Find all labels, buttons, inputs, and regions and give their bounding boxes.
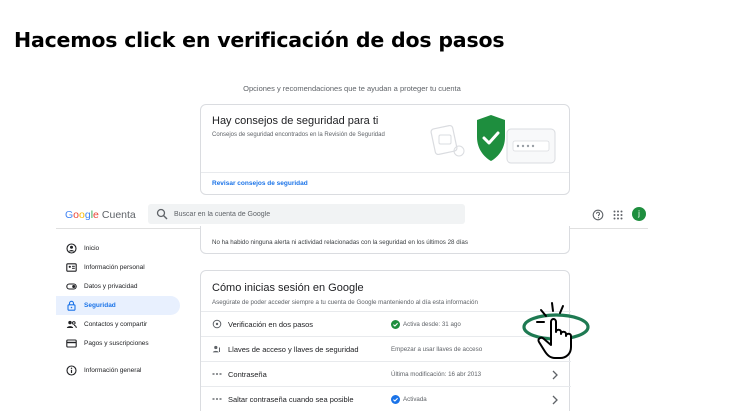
row-passkeys[interactable]: Llaves de acceso y llaves de seguridad E… — [201, 336, 571, 361]
passkey-icon — [212, 345, 220, 353]
info-icon — [66, 365, 77, 376]
apps-grid-icon[interactable] — [612, 209, 624, 221]
row-two-step-verification[interactable]: Verificación en dos pasos Activa desde: … — [201, 311, 571, 336]
no-alerts-text: No ha habido ninguna alerta ni actividad… — [212, 239, 468, 246]
two-step-icon — [212, 319, 222, 329]
row-password[interactable]: Contraseña Última modificación: 16 abr 2… — [201, 361, 571, 386]
toggle-icon — [66, 283, 77, 290]
row-status: Activa desde: 31 ago — [403, 321, 461, 328]
row-label: Contraseña — [228, 370, 267, 379]
skip-password-icon — [212, 398, 222, 400]
check-circle-icon — [391, 320, 400, 329]
sidebar-item-informacion-general[interactable]: Información general — [56, 361, 180, 380]
home-icon — [66, 243, 77, 254]
google-account-screenshot: Opciones y recomendaciones que te ayudan… — [56, 76, 648, 411]
account-search-box[interactable] — [148, 204, 465, 224]
sidebar-item-label: Inicio — [84, 245, 100, 252]
row-skip-password[interactable]: Saltar contraseña cuando sea posible Act… — [201, 386, 571, 411]
sidebar-item-contactos[interactable]: Contactos y compartir — [56, 315, 180, 334]
tips-card-title: Hay consejos de seguridad para ti — [212, 115, 379, 127]
search-icon — [156, 208, 168, 220]
logo-letter: e — [93, 209, 99, 221]
sidebar-item-pagos[interactable]: Pagos y suscripciones — [56, 334, 180, 353]
security-shield-illustration — [430, 115, 556, 164]
password-icon — [212, 373, 222, 375]
sidebar-item-label: Contactos y compartir — [84, 321, 148, 328]
google-account-logo[interactable]: Google Cuenta — [65, 209, 136, 221]
sidebar-item-datos-privacidad[interactable]: Datos y privacidad — [56, 277, 180, 296]
sidebar-item-label: Información general — [84, 367, 142, 374]
row-status: Activada — [403, 396, 427, 403]
lock-icon — [67, 300, 76, 311]
security-tips-card: Hay consejos de seguridad para ti Consej… — [200, 104, 570, 195]
logo-letter: G — [65, 209, 74, 221]
sidebar-item-informacion-personal[interactable]: Información personal — [56, 258, 180, 277]
tips-card-divider — [201, 172, 569, 173]
avatar[interactable]: j — [632, 207, 646, 221]
review-security-tips-link[interactable]: Revisar consejos de seguridad — [212, 180, 308, 187]
row-label: Verificación en dos pasos — [228, 320, 314, 329]
help-icon[interactable] — [592, 209, 604, 221]
sidebar-item-label: Información personal — [84, 264, 145, 271]
account-top-bar: GoogleCuenta j — [56, 201, 648, 229]
security-subtitle: Opciones y recomendaciones que te ayudan… — [243, 84, 461, 93]
signin-methods-card: Cómo inicias sesión en Google Asegúrate … — [200, 270, 571, 411]
search-input[interactable] — [174, 207, 454, 221]
people-icon — [66, 320, 77, 329]
row-status: Última modificación: 16 abr 2013 — [391, 371, 482, 378]
id-card-icon — [66, 263, 77, 272]
credit-card-icon — [66, 339, 77, 348]
row-label: Llaves de acceso y llaves de seguridad — [228, 345, 359, 354]
chevron-right-icon — [552, 395, 558, 405]
sidebar-item-label: Seguridad — [84, 302, 116, 309]
sidebar-item-label: Pagos y suscripciones — [84, 340, 149, 347]
logo-product-name: Cuenta — [101, 209, 136, 221]
tutorial-headline: Hacemos click en verificación de dos pas… — [14, 28, 505, 52]
security-alert-card: No ha habido ninguna alerta ni actividad… — [200, 226, 570, 254]
chevron-right-icon — [552, 370, 558, 380]
signin-card-title: Cómo inicias sesión en Google — [212, 282, 364, 294]
sidebar-item-seguridad[interactable]: Seguridad — [56, 296, 180, 315]
check-circle-icon — [391, 395, 400, 404]
tips-card-description: Consejos de seguridad encontrados en la … — [212, 132, 385, 138]
row-label: Saltar contraseña cuando sea posible — [228, 395, 354, 404]
sidebar-item-label: Datos y privacidad — [84, 283, 138, 290]
click-highlight-hand-cursor-icon — [522, 302, 590, 359]
signin-card-description: Asegúrate de poder acceder siempre a tu … — [212, 299, 478, 306]
row-status: Empezar a usar llaves de acceso — [391, 346, 483, 353]
sidebar-item-inicio[interactable]: Inicio — [56, 239, 180, 258]
